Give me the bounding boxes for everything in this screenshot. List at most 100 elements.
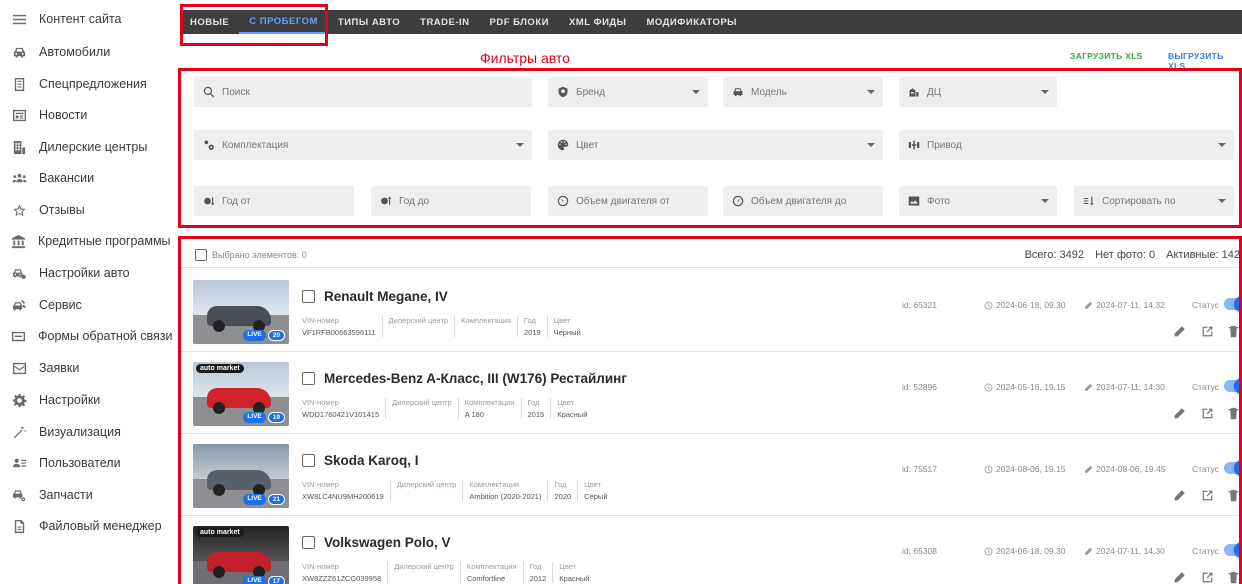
no-photo-count: Нет фото: 0 <box>1095 249 1156 261</box>
sidebar-item-service[interactable]: Сервис <box>0 290 170 320</box>
sidebar-item-label: Пользователи <box>39 456 121 470</box>
delete-button[interactable] <box>1226 570 1240 584</box>
open-button[interactable] <box>1200 406 1214 420</box>
car-service-icon <box>11 297 27 313</box>
dealer-value <box>389 328 449 337</box>
form-icon <box>11 328 26 344</box>
chevron-down-icon <box>692 90 700 94</box>
status-label: Статус <box>1192 300 1219 310</box>
sidebar-item-file-manager[interactable]: Файловый менеджер <box>0 511 170 541</box>
trim-select[interactable]: Комплектация <box>194 130 532 160</box>
delete-button[interactable] <box>1226 324 1240 338</box>
tab-used[interactable]: С ПРОБЕГОМ <box>239 10 328 34</box>
photo-count-badge: 21 <box>267 494 285 505</box>
chevron-down-icon <box>867 90 875 94</box>
open-button[interactable] <box>1200 570 1214 584</box>
year-from-input[interactable]: Год от <box>194 186 354 216</box>
table-row[interactable]: LIVE 21 Skoda Karoq, I VIN-номер XW8LC4NU9… <box>180 434 1242 516</box>
trash-icon <box>1228 571 1238 583</box>
year-to-input[interactable]: Год до <box>371 186 531 216</box>
row-checkbox[interactable] <box>302 536 315 549</box>
row-checkbox[interactable] <box>302 290 315 303</box>
model-select[interactable]: Модель <box>723 77 883 107</box>
tab-pdf-blocks[interactable]: PDF БЛОКИ <box>480 10 559 34</box>
engine-from-input[interactable]: Объем двигателя от <box>548 186 708 216</box>
select-all-checkbox[interactable] <box>195 248 207 261</box>
row-checkbox[interactable] <box>302 372 315 385</box>
edit-button[interactable] <box>1172 570 1186 584</box>
sidebar-item-label: Новости <box>39 108 88 122</box>
dealer-value <box>392 410 452 419</box>
sidebar-item-settings[interactable]: Настройки <box>0 385 170 415</box>
sidebar-item-users[interactable]: Пользователи <box>0 448 170 478</box>
status-toggle[interactable] <box>1224 460 1242 476</box>
drive-select[interactable]: Привод <box>899 130 1234 160</box>
chevron-down-icon <box>1041 90 1049 94</box>
car-name[interactable]: Mercedes-Benz A-Класс, III (W176) Рестай… <box>324 371 627 386</box>
external-link-icon <box>1202 326 1212 336</box>
created-date: 2024-06-18, 09.30 <box>984 300 1065 310</box>
trim-value: Ambition (2020-2021) <box>469 492 542 501</box>
car-name[interactable]: Renault Megane, IV <box>324 289 448 304</box>
pencil-icon <box>1174 407 1185 418</box>
status-toggle[interactable] <box>1224 296 1242 312</box>
open-button[interactable] <box>1200 324 1214 338</box>
dc-select[interactable]: ДЦ <box>899 77 1057 107</box>
sidebar-item-news[interactable]: Новости <box>0 100 170 130</box>
sidebar-item-feedback-forms[interactable]: Формы обратной связи <box>0 321 172 351</box>
sidebar-item-visualization[interactable]: Визуализация <box>0 417 170 447</box>
pencil-icon <box>1085 301 1093 309</box>
car-name[interactable]: Volkswagen Polo, V <box>324 535 451 550</box>
sidebar-item-content[interactable]: Контент сайта <box>0 4 170 34</box>
pencil-icon <box>1085 547 1093 555</box>
bank-icon <box>11 233 26 249</box>
table-row[interactable]: auto market LIVE 17 Volkswagen Polo, V VI… <box>180 516 1242 584</box>
filters-title: Фильтры авто <box>480 50 570 66</box>
brand-select[interactable]: Бренд <box>548 77 708 107</box>
sidebar-item-vacancies[interactable]: Вакансии <box>0 163 170 193</box>
sidebar-item-offers[interactable]: Спецпредложения <box>0 69 170 99</box>
car-attributes: VIN-номер XW8ZZZ61ZCG039958 Дилерский цен… <box>302 562 590 583</box>
mail-icon <box>11 360 27 376</box>
status-toggle[interactable] <box>1224 542 1242 558</box>
open-button[interactable] <box>1200 488 1214 502</box>
sidebar-item-car-settings[interactable]: Настройки авто <box>0 258 170 288</box>
sidebar-item-cars[interactable]: Автомобили <box>0 37 170 67</box>
edit-button[interactable] <box>1172 324 1186 338</box>
tab-modifiers[interactable]: МОДИФИКАТОРЫ <box>636 10 747 34</box>
car-photo[interactable]: LIVE 21 <box>193 444 289 508</box>
tab-new[interactable]: НОВЫЕ <box>180 10 239 34</box>
row-checkbox[interactable] <box>302 454 315 467</box>
table-row[interactable]: LIVE 20 Renault Megane, IV VIN-номер VF1RF… <box>180 270 1242 352</box>
sidebar-item-credit[interactable]: Кредитные программы <box>0 226 171 256</box>
sort-select[interactable]: Сортировать по <box>1074 186 1234 216</box>
color-select[interactable]: Цвет <box>548 130 883 160</box>
load-xls-button[interactable]: ЗАГРУЗИТЬ XLS <box>1070 51 1143 61</box>
engine-to-input[interactable]: Объем двигателя до <box>723 186 883 216</box>
tab-car-types[interactable]: ТИПЫ АВТО <box>328 10 410 34</box>
vin-value: XW8ZZZ61ZCG039958 <box>302 574 382 583</box>
sidebar-item-dealers[interactable]: Дилерские центры <box>0 132 170 162</box>
car-attributes: VIN-номер VF1RFB00663596111 Дилерский цен… <box>302 316 581 337</box>
car-photo[interactable]: auto market LIVE 17 <box>193 526 289 584</box>
table-row[interactable]: auto market LIVE 19 Mercedes-Benz A-Класс… <box>180 352 1242 434</box>
dealer-icon <box>907 85 921 99</box>
tab-trade-in[interactable]: TRADE-IN <box>410 10 479 34</box>
car-photo[interactable]: LIVE 20 <box>193 280 289 344</box>
sidebar-item-parts[interactable]: Запчасти <box>0 480 170 510</box>
delete-button[interactable] <box>1226 488 1240 502</box>
sidebar-item-requests[interactable]: Заявки <box>0 353 170 383</box>
updated-date: 2024-07-11, 14.30 <box>1084 546 1165 556</box>
sidebar-item-reviews[interactable]: Отзывы <box>0 195 170 225</box>
tab-xml-feeds[interactable]: XML ФИДЫ <box>559 10 637 34</box>
car-attributes: VIN-номер XW8LC4NU9MH200619 Дилерский цен… <box>302 480 608 501</box>
car-photo[interactable]: auto market LIVE 19 <box>193 362 289 426</box>
edit-button[interactable] <box>1172 406 1186 420</box>
search-input[interactable]: Поиск <box>194 77 532 107</box>
edit-button[interactable] <box>1172 488 1186 502</box>
car-name[interactable]: Skoda Karoq, I <box>324 453 419 468</box>
photo-select[interactable]: Фото <box>899 186 1057 216</box>
delete-button[interactable] <box>1226 406 1240 420</box>
updated-date: 2024-07-11, 14.30 <box>1084 382 1165 392</box>
status-toggle[interactable] <box>1224 378 1242 394</box>
